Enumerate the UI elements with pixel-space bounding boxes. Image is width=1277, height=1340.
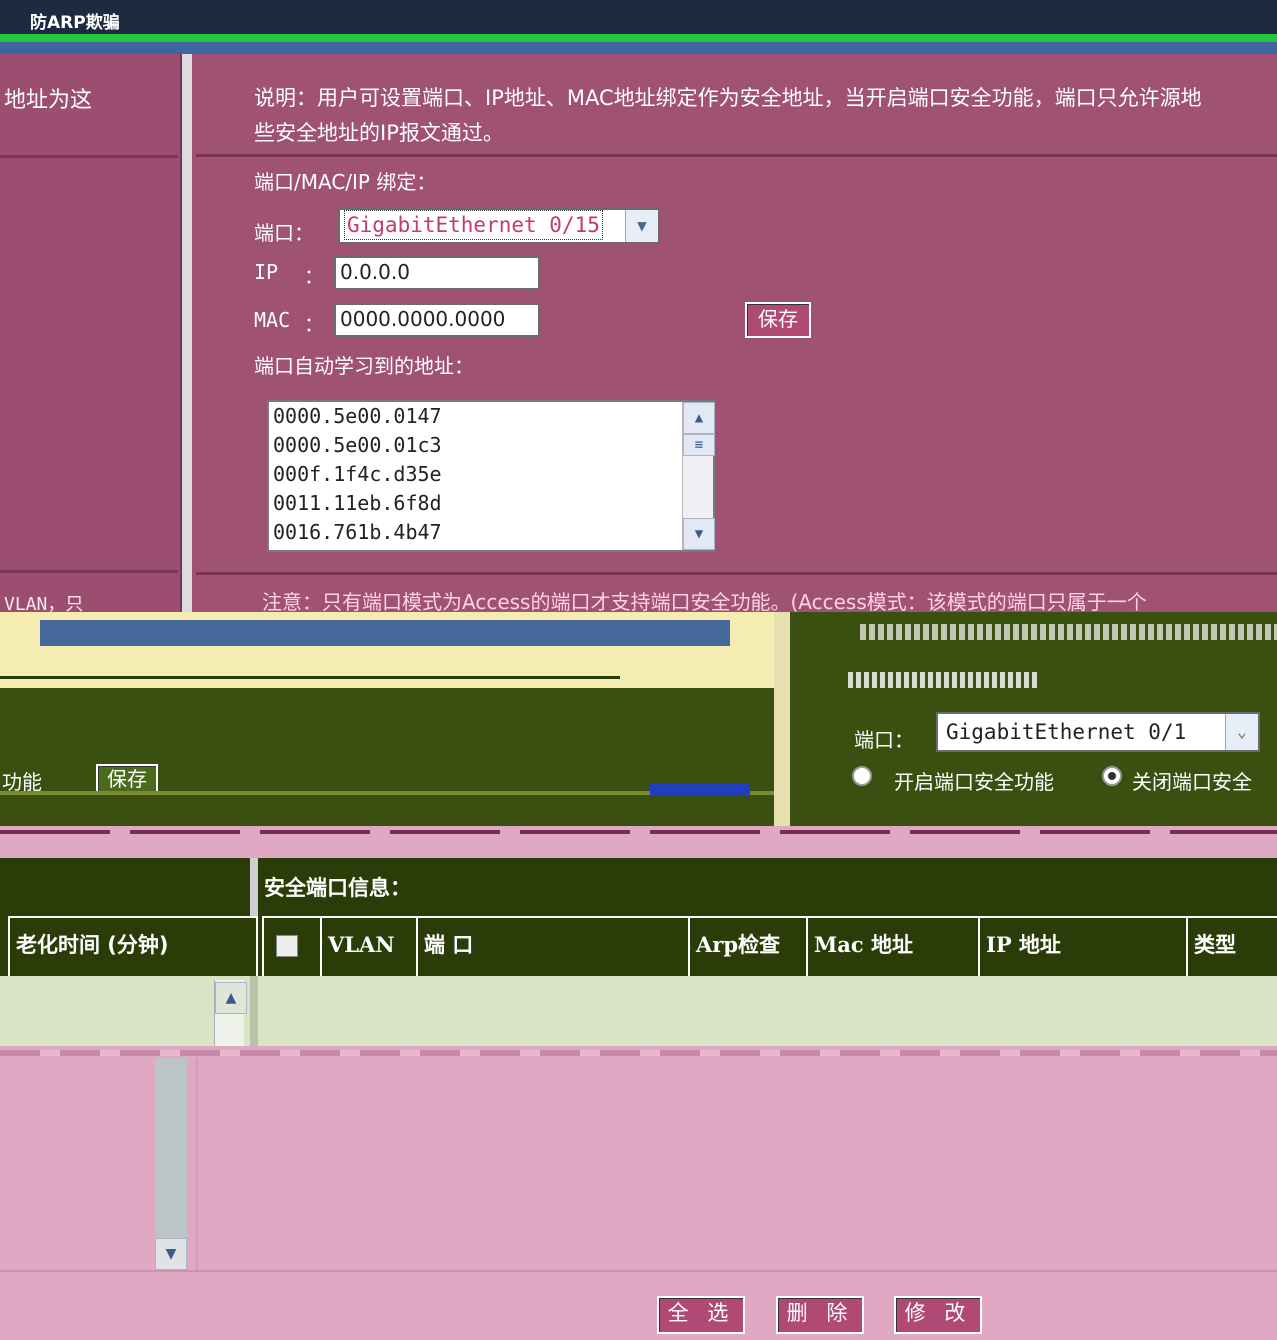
mid-save-button[interactable]: 保存 <box>96 764 158 794</box>
disable-radio[interactable] <box>1102 766 1122 786</box>
chevron-down-icon[interactable]: ▼ <box>625 210 658 242</box>
secure-port-list <box>196 1058 1277 1270</box>
left-panel: 地址为这 VLAN，只 <box>0 54 180 615</box>
scrollbar[interactable]: ▲ <box>214 980 247 1046</box>
port-select-value: GigabitEthernet 0/1 <box>946 720 1187 744</box>
list-item[interactable]: 0000.5e00.01c3 <box>269 431 713 460</box>
column-vlan[interactable]: VLAN <box>320 916 426 976</box>
modify-button[interactable]: 修 改 <box>894 1296 982 1334</box>
list-item[interactable]: 0016.761b.4b47 <box>269 518 713 547</box>
divider <box>0 1050 1277 1056</box>
access-notice: 注意：只有端口模式为Access的端口才支持端口安全功能。(Access模式：该… <box>262 590 1147 614</box>
section-title: 安全端口信息： <box>264 876 411 900</box>
title-accent <box>0 34 1277 42</box>
select-all-checkbox[interactable] <box>276 935 298 957</box>
learned-address-list[interactable]: 0000.5e00.0147 0000.5e00.01c3 000f.1f4c.… <box>267 400 715 552</box>
ip-label: IP <box>254 260 279 284</box>
column-arp-check[interactable]: Arp检查 <box>688 916 816 976</box>
mid-selection-strip <box>650 784 750 796</box>
column-type[interactable]: 类型 <box>1186 916 1277 976</box>
frame-splitter[interactable] <box>250 976 258 1046</box>
mac-input[interactable]: 0000.0000.0000 <box>334 303 540 337</box>
divider <box>196 154 1277 157</box>
save-button[interactable]: 保存 <box>745 302 811 338</box>
divider <box>0 1270 1277 1272</box>
scroll-up-icon[interactable]: ▲ <box>683 402 715 434</box>
list-item[interactable]: 000f.1f4c.d35e <box>269 460 713 489</box>
divider <box>196 572 1277 575</box>
mid-progress-bar <box>40 620 730 646</box>
divider <box>0 570 178 573</box>
frame-splitter[interactable] <box>774 612 790 830</box>
ip-colon: ： <box>304 264 324 288</box>
port-label: 端口： <box>854 728 914 752</box>
mid-left-panel: 功能 保存 <box>0 688 780 830</box>
scroll-thumb[interactable]: ≡ <box>683 434 715 456</box>
port-binding-panel: 说明：用户可设置端口、IP地址、MAC地址绑定作为安全地址，当开启端口安全功能，… <box>192 54 1277 614</box>
ip-input[interactable]: 0.0.0.0 <box>334 256 540 290</box>
mac-colon: ： <box>304 312 324 336</box>
column-ip-address[interactable]: IP 地址 <box>978 916 1196 976</box>
list-item[interactable]: 0011.11eb.6f8d <box>269 489 713 518</box>
binding-title: 端口/MAC/IP 绑定： <box>254 170 437 194</box>
port-select[interactable]: GigabitEthernet 0/15 ▼ <box>338 208 660 244</box>
port-security-panel: 端口： GigabitEthernet 0/1 ⌄ 开启端口安全功能 关闭端口安… <box>790 692 1277 830</box>
description-line1: 说明：用户可设置端口、IP地址、MAC地址绑定作为安全地址，当开启端口安全功能，… <box>254 86 1202 110</box>
divider <box>0 155 178 158</box>
learned-title: 端口自动学习到的地址： <box>254 354 474 378</box>
mid-right-header <box>790 612 1277 692</box>
divider <box>0 676 620 679</box>
column-port[interactable]: 端 口 <box>416 916 698 976</box>
mac-label: MAC <box>254 308 291 332</box>
port-select[interactable]: GigabitEthernet 0/1 ⌄ <box>936 712 1260 752</box>
list-item[interactable]: 0000.5e00.0147 <box>269 402 713 431</box>
select-all-button[interactable]: 全 选 <box>657 1296 745 1334</box>
radio-selected-dot <box>1108 772 1116 780</box>
description-line2: 些安全地址的IP报文通过。 <box>254 121 504 145</box>
enable-radio[interactable] <box>852 766 872 786</box>
delete-button[interactable]: 删 除 <box>776 1296 864 1334</box>
scroll-up-icon[interactable]: ▲ <box>215 982 247 1014</box>
scroll-down-icon[interactable]: ▼ <box>683 518 715 550</box>
left-panel-text: 地址为这 <box>4 88 93 113</box>
disable-label: 关闭端口安全 <box>1132 770 1252 794</box>
table-body <box>0 976 1277 1046</box>
divider <box>0 830 1277 834</box>
title-bar: 防ARP欺骗 <box>0 0 1277 34</box>
enable-label: 开启端口安全功能 <box>894 770 1054 794</box>
mid-header-text-strip <box>860 624 1277 640</box>
column-aging-time[interactable]: 老化时间 (分钟) <box>8 916 258 976</box>
frame-splitter[interactable] <box>180 54 192 612</box>
window-title: 防ARP欺骗 <box>30 13 120 33</box>
scroll-down-icon[interactable]: ▼ <box>155 1238 187 1270</box>
port-label: 端口： <box>254 221 314 245</box>
scrollbar[interactable]: ▼ <box>155 1058 187 1270</box>
mid-subheader-strip <box>848 672 1038 688</box>
column-mac-address[interactable]: Mac 地址 <box>806 916 988 976</box>
title-underline <box>0 42 1277 54</box>
chevron-down-icon[interactable]: ⌄ <box>1225 714 1258 750</box>
port-select-value: GigabitEthernet 0/15 <box>344 210 603 240</box>
scrollbar[interactable]: ▲ ≡ ▼ <box>682 402 715 550</box>
